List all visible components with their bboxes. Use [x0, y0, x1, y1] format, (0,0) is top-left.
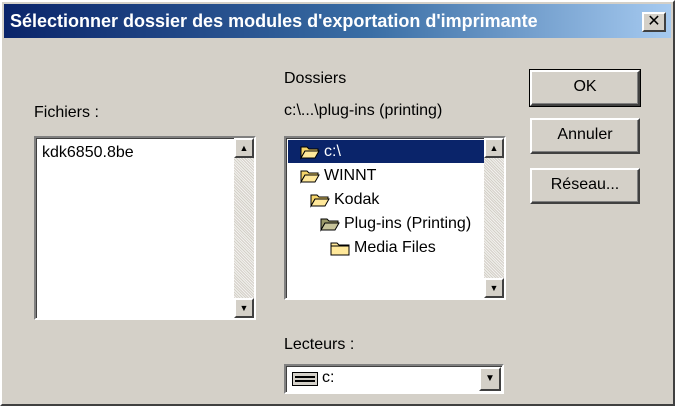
ok-button[interactable]: OK [529, 69, 641, 107]
open-folder-icon [320, 218, 340, 232]
open-folder-icon [300, 170, 320, 184]
folders-scrollbar[interactable]: ▲ ▼ [484, 138, 504, 298]
open-folder-icon [310, 194, 330, 208]
drive-value: c: [322, 369, 335, 386]
open-folder-icon [300, 146, 320, 160]
files-label: Fichiers : [34, 104, 99, 121]
folder-item-kodak[interactable]: Kodak [288, 188, 379, 211]
folder-label: Media Files [354, 238, 436, 256]
close-button[interactable]: ✕ [642, 12, 666, 32]
scroll-up-button[interactable]: ▲ [234, 138, 254, 158]
folder-item-plug-ins[interactable]: Plug-ins (Printing) [288, 212, 471, 235]
drives-label: Lecteurs : [284, 336, 355, 353]
folder-label: c:\ [324, 142, 341, 160]
folders-listbox[interactable]: c:\ WINNT Kodak Plug-ins (Printing) Medi… [284, 136, 506, 300]
folder-label: WINNT [324, 166, 377, 184]
scroll-down-button[interactable]: ▼ [234, 298, 254, 318]
folder-label: Kodak [334, 190, 380, 208]
dialog-window: Sélectionner dossier des modules d'expor… [0, 0, 675, 406]
folder-item-media-files[interactable]: Media Files [288, 236, 436, 259]
cancel-button[interactable]: Annuler [530, 118, 640, 154]
scroll-down-button[interactable]: ▼ [484, 278, 504, 298]
folder-label: Plug-ins (Printing) [344, 214, 472, 232]
dropdown-button[interactable]: ▼ [479, 367, 501, 391]
files-scrollbar[interactable]: ▲ ▼ [234, 138, 254, 318]
file-item-0[interactable]: kdk6850.8be [42, 142, 134, 164]
folders-label: Dossiers [284, 70, 347, 87]
dialog-title: Sélectionner dossier des modules d'expor… [10, 11, 538, 31]
network-button[interactable]: Réseau... [530, 168, 640, 204]
folder-item-winnt[interactable]: WINNT [288, 164, 376, 187]
closed-folder-icon [330, 242, 350, 255]
title-bar[interactable]: Sélectionner dossier des modules d'expor… [4, 4, 671, 38]
current-path: c:\...\plug-ins (printing) [284, 102, 443, 119]
drives-combo[interactable]: c: ▼ [284, 364, 504, 394]
folder-item-c[interactable]: c:\ [288, 140, 495, 163]
files-listbox[interactable]: kdk6850.8be ▲ ▼ [34, 136, 256, 320]
drive-icon [292, 372, 318, 386]
scroll-up-button[interactable]: ▲ [484, 138, 504, 158]
